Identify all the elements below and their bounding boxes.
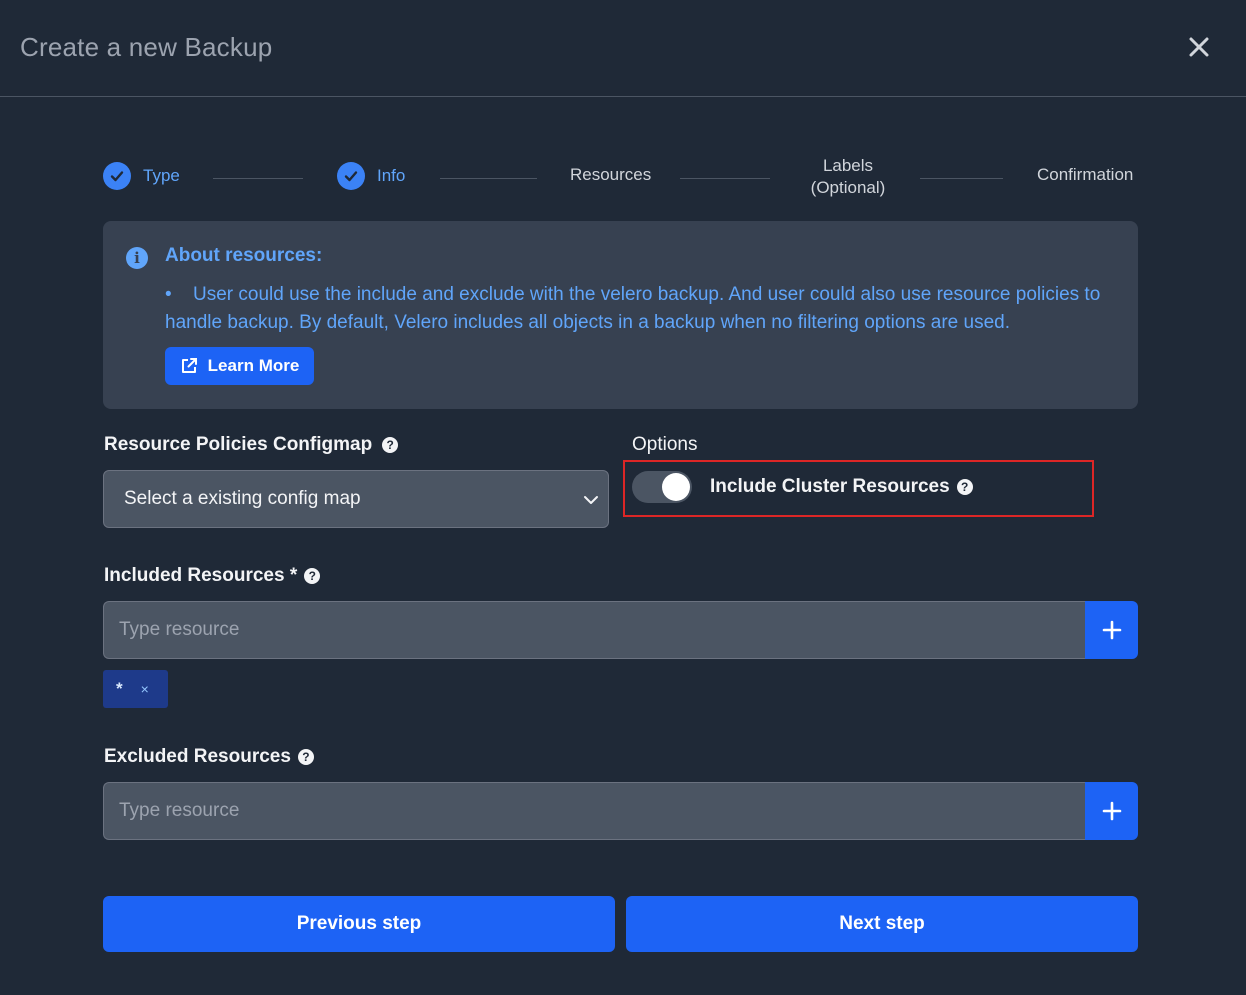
modal-header: Create a new Backup [0, 0, 1246, 97]
check-icon [337, 162, 365, 190]
info-alert: i About resources: • User could use the i… [103, 221, 1138, 409]
help-icon[interactable]: ? [382, 437, 399, 453]
learn-more-label: Learn More [207, 356, 300, 375]
close-icon [1189, 37, 1209, 57]
plus-icon [1102, 620, 1121, 640]
info-text-body: User could use the include and exclude w… [165, 284, 1101, 333]
policies-select-value: Select a existing config map [124, 488, 361, 509]
policies-label: Resource Policies Configmap ? [104, 434, 399, 456]
remove-tag-icon[interactable]: × [141, 681, 149, 697]
close-button[interactable] [1184, 32, 1214, 62]
info-heading: About resources: [165, 245, 323, 266]
learn-more-button[interactable]: Learn More [165, 347, 314, 385]
policies-label-text: Resource Policies Configmap [104, 434, 373, 455]
tag-label: * [116, 679, 123, 698]
options-label: Options [632, 434, 698, 455]
include-cluster-label-text: Include Cluster Resources [710, 476, 950, 497]
step-label: Type [143, 166, 180, 185]
step-label: Resources [570, 165, 652, 184]
include-cluster-toggle[interactable] [632, 471, 692, 503]
help-icon[interactable]: ? [297, 749, 314, 765]
step-labels[interactable]: Labels (Optional) [798, 155, 898, 199]
add-excluded-button[interactable] [1085, 782, 1138, 840]
step-label: Confirmation [1037, 165, 1134, 184]
excluded-label-text: Excluded Resources [104, 746, 291, 767]
step-label: Labels [822, 156, 874, 175]
step-label-sub: (Optional) [810, 178, 886, 197]
policies-select[interactable]: Select a existing config map [103, 470, 609, 528]
modal-title: Create a new Backup [20, 32, 273, 62]
info-icon: i [126, 247, 148, 269]
chevron-down-icon [584, 496, 598, 504]
included-resource-input[interactable] [103, 601, 1085, 659]
stepper: Type Info Resources Labels (Optional) Co… [103, 150, 1138, 210]
info-text: • User could use the include and exclude … [165, 281, 1115, 337]
bullet-icon: • [165, 284, 172, 305]
excluded-label: Excluded Resources ? [104, 746, 314, 768]
step-confirmation[interactable]: Confirmation [1037, 165, 1133, 185]
add-included-button[interactable] [1085, 601, 1138, 659]
help-icon[interactable]: ? [304, 568, 321, 584]
next-step-button[interactable]: Next step [626, 896, 1138, 952]
previous-step-button[interactable]: Previous step [103, 896, 615, 952]
step-connector [920, 178, 1003, 179]
help-icon[interactable]: ? [956, 479, 973, 495]
step-resources[interactable]: Resources [570, 165, 651, 185]
check-icon [103, 162, 131, 190]
step-connector [440, 178, 537, 179]
external-link-icon [181, 358, 197, 373]
excluded-resource-input[interactable] [103, 782, 1085, 840]
included-label: Included Resources * ? [104, 565, 321, 587]
included-label-text: Included Resources * [104, 565, 298, 586]
step-connector [213, 178, 303, 179]
step-type[interactable]: Type [103, 162, 180, 190]
step-info[interactable]: Info [337, 162, 405, 190]
step-connector [680, 178, 770, 179]
include-cluster-label: Include Cluster Resources ? [710, 476, 973, 498]
resource-tag: * × [103, 670, 168, 708]
step-label: Info [377, 166, 406, 185]
toggle-knob [662, 473, 690, 501]
plus-icon [1102, 801, 1121, 821]
